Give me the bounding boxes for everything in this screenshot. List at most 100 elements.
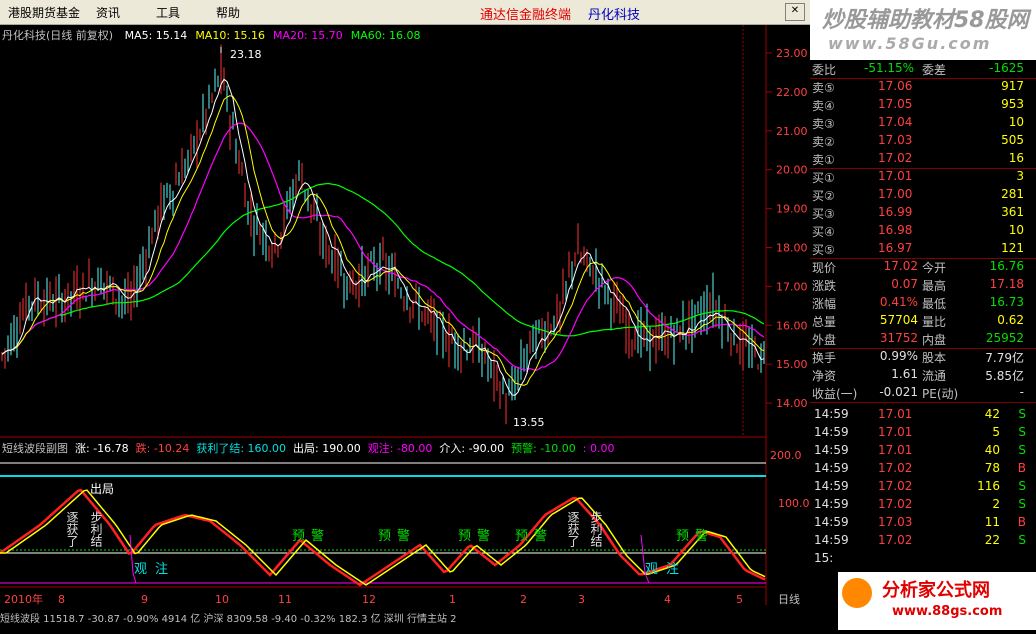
ind-header-7: 预警: -10.00 <box>511 442 576 455</box>
close-button[interactable]: ✕ <box>785 3 805 21</box>
stat-label-2: 今开 <box>922 261 947 275</box>
ind-header-8: : 0.00 <box>582 442 615 455</box>
price-tick: 15.00 <box>776 358 808 371</box>
buy-price: 16.97 <box>878 241 913 255</box>
date-tick: 1 <box>449 593 456 606</box>
ma-legend-3: MA60: 16.08 <box>350 29 421 42</box>
chart-svg: 23.00 22.00 21.00 20.00 19.00 18.00 17.00 16.00… <box>0 25 810 606</box>
tick-row: 14:59 17.02 2 S <box>810 496 1036 514</box>
menu-news[interactable]: 资讯 <box>96 4 120 21</box>
ma-legend-1: MA10: 15.16 <box>195 29 266 42</box>
stat-value: 0.41% <box>879 295 918 309</box>
stat-value: 31752 <box>879 331 918 345</box>
sell-price: 17.03 <box>878 133 913 147</box>
tick-row: 14:59 17.01 42 S <box>810 406 1036 424</box>
kline-chart-area[interactable]: 23.00 22.00 21.00 20.00 19.00 18.00 17.00 16.00… <box>0 25 810 630</box>
tick-row: 14:59 17.03 11 B <box>810 514 1036 532</box>
tick-vol: 11 <box>984 515 1000 529</box>
stat-row: 现价 17.02 今开 16.76 <box>810 258 1036 276</box>
ind-header-1: 涨: -16.78 <box>75 442 129 455</box>
tick-vol: 5 <box>992 425 1000 439</box>
stat-value: 17.02 <box>883 259 918 273</box>
stat-value: 0.07 <box>891 277 918 291</box>
tick-flag: S <box>1018 407 1026 421</box>
buy-vol: 361 <box>1001 205 1024 219</box>
tick-vol: 42 <box>984 407 1000 421</box>
buy-row: 买② 17.00 281 <box>810 186 1036 204</box>
price-tick: 14.00 <box>776 397 808 410</box>
sell-row: 卖② 17.03 505 <box>810 132 1036 150</box>
menu-tools[interactable]: 工具 <box>156 4 180 21</box>
tick-price: 17.01 <box>878 443 913 457</box>
finance-row: 净资 1.61 流通 5.85亿 <box>810 366 1036 384</box>
ind-header-0: 短线波段副图 <box>2 442 68 455</box>
tick-flag: B <box>1017 461 1026 475</box>
menu-help[interactable]: 帮助 <box>216 4 240 21</box>
watermark-name: 炒股辅助教材58股网 <box>822 8 1029 33</box>
tick-vol: 116 <box>977 479 1000 493</box>
fin-value: -0.021 <box>879 385 918 399</box>
tick-row: 14:59 17.02 22 S <box>810 532 1036 550</box>
tick-price: 17.01 <box>878 425 913 439</box>
tick-time: 15: <box>814 551 834 565</box>
tick-time: 14:59 <box>814 425 849 439</box>
tick-flag: S <box>1018 425 1026 439</box>
signal-yujing-2: 预警 <box>378 528 416 544</box>
ma-legend-2: MA20: 15.70 <box>273 29 343 42</box>
menu-hk-futures[interactable]: 港股期货基金 <box>8 4 80 21</box>
buy-price: 16.99 <box>878 205 913 219</box>
tick-flag: B <box>1017 515 1026 529</box>
price-tick: 20.00 <box>776 164 808 177</box>
watermark-url: www.58Gu.com <box>828 34 992 53</box>
weicha-label: 委差 <box>922 63 947 77</box>
app-brand: 通达信金融终端 <box>480 8 572 23</box>
buy-label: 买① <box>812 171 835 185</box>
signal-yujing-5: 预警 <box>676 528 714 544</box>
signal-yujing-3: 预警 <box>458 528 496 544</box>
date-tick: 2010年 <box>4 592 43 606</box>
sell-price: 17.05 <box>878 97 913 111</box>
ma-legend-0: MA5: 15.14 <box>124 29 188 42</box>
sell-label: 卖① <box>812 153 835 167</box>
fin-label-2: PE(动) <box>922 387 959 401</box>
price-tick: 17.00 <box>776 280 808 293</box>
stat-label-2: 内盘 <box>922 333 947 347</box>
ind-axis-100: 100.0 <box>778 497 810 510</box>
period-label[interactable]: 日线 <box>778 592 800 606</box>
tick-flag: S <box>1018 497 1026 511</box>
sell-price: 17.02 <box>878 151 913 165</box>
buy-price: 17.01 <box>878 169 913 183</box>
stat-row: 涨跌 0.07 最高 17.18 <box>810 276 1036 294</box>
date-tick: 12 <box>362 593 376 606</box>
buy-vol: 281 <box>1001 187 1024 201</box>
sell-vol: 10 <box>1008 115 1024 129</box>
stat-label-2: 最低 <box>922 297 947 311</box>
status-bar: 短线波段 11518.7 -30.87 -0.90% 4914 亿 沪深 830… <box>0 610 810 630</box>
watermark-bottom-name: 分析家公式网 <box>882 580 990 601</box>
sell-row: 卖① 17.02 16 <box>810 150 1036 168</box>
buy-row: 买④ 16.98 10 <box>810 222 1036 240</box>
tick-vol: 22 <box>984 533 1000 547</box>
date-tick: 4 <box>664 593 671 606</box>
weibi-row: 委比 -51.15% 委差 -1625 <box>810 60 1036 78</box>
sell-vol: 16 <box>1008 151 1024 165</box>
tick-time: 14:59 <box>814 497 849 511</box>
price-tick: 21.00 <box>776 125 808 138</box>
tick-row: 14:59 17.02 116 S <box>810 478 1036 496</box>
quote-panel: 委比 -51.15% 委差 -1625 卖⑤ 17.06 917 卖④ 17.05 953 卖③ 17… <box>810 60 1036 630</box>
sell-label: 卖② <box>812 135 835 149</box>
tick-time: 14:59 <box>814 407 849 421</box>
tick-time: 14:59 <box>814 461 849 475</box>
buy-label: 买② <box>812 189 835 203</box>
date-tick: 9 <box>141 593 148 606</box>
signal-chuju: 出局 <box>90 482 114 496</box>
price-tick: 23.00 <box>776 47 808 60</box>
watermark-bottom-url: www.88gs.com <box>892 604 1003 619</box>
fin-label-2: 流通 <box>922 369 947 383</box>
tick-row: 14:59 17.01 5 S <box>810 424 1036 442</box>
signal-buli-1: 步利结 <box>89 511 103 547</box>
tick-price: 17.02 <box>878 479 913 493</box>
sell-label: 卖④ <box>812 99 835 113</box>
tick-price: 17.03 <box>878 515 913 529</box>
flower-icon <box>842 578 872 608</box>
